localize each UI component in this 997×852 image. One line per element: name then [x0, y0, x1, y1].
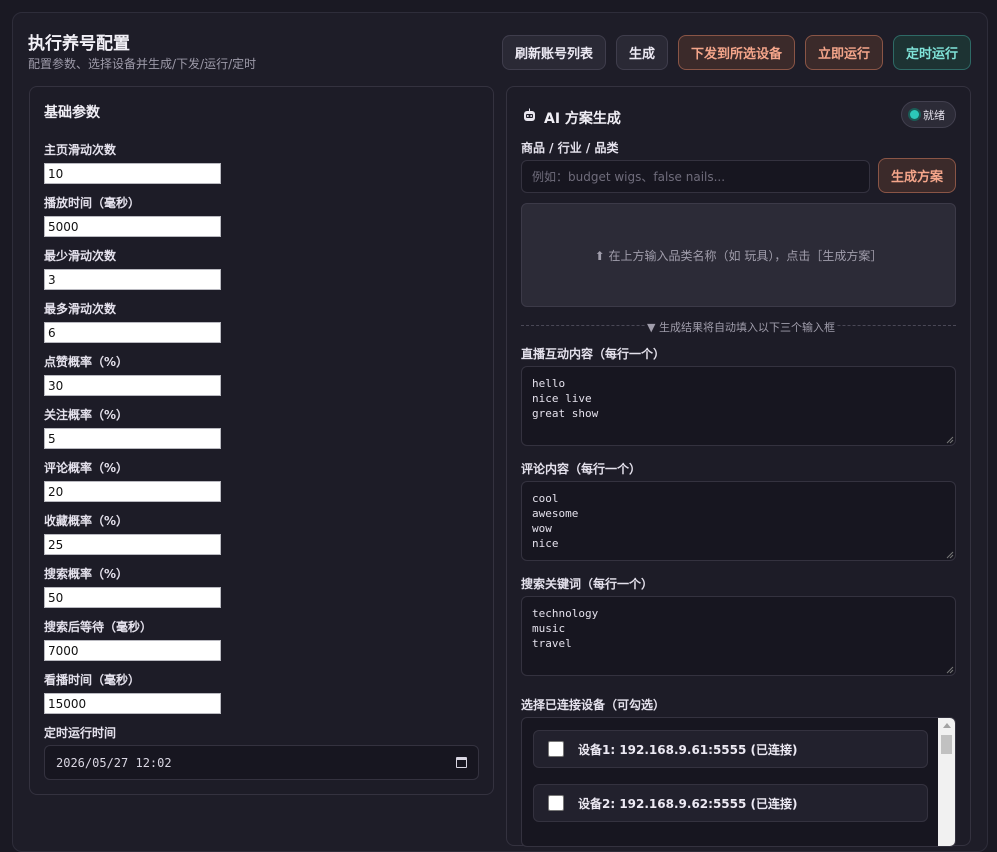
- device-checkbox[interactable]: [548, 741, 564, 757]
- search-keyword-textarea[interactable]: [521, 596, 956, 676]
- like-rate-input[interactable]: [44, 375, 221, 396]
- search-rate-input[interactable]: [44, 587, 221, 608]
- schedule-time-label: 定时运行时间: [44, 726, 117, 740]
- category-label: 商品 / 行业 / 品类: [521, 141, 619, 155]
- robot-icon: [524, 108, 535, 121]
- status-dot-icon: [910, 110, 919, 119]
- status-badge: 就绪: [901, 101, 956, 128]
- post-search-wait-input[interactable]: [44, 640, 221, 661]
- field-label: 最少滑动次数: [44, 249, 117, 263]
- comment-content-label: 评论内容（每行一个）: [521, 462, 642, 476]
- field-label: 关注概率（%）: [44, 408, 129, 422]
- refresh-accounts-button[interactable]: 刷新账号列表: [502, 35, 606, 70]
- field-label: 点赞概率（%）: [44, 355, 129, 369]
- divider-text: ▼ 生成结果将自动填入以下三个输入框: [645, 319, 837, 335]
- schedule-datetime-input[interactable]: 2026/05/27 12:02: [44, 745, 479, 780]
- device-item[interactable]: 设备2: 192.168.9.62:5555 (已连接): [533, 784, 928, 822]
- device-checkbox[interactable]: [548, 795, 564, 811]
- favorite-rate-input[interactable]: [44, 534, 221, 555]
- page-title: 执行养号配置: [28, 34, 130, 54]
- comment-content-textarea[interactable]: [521, 481, 956, 561]
- field-label: 收藏概率（%）: [44, 514, 129, 528]
- page-subtitle: 配置参数、选择设备并生成/下发/运行/定时: [28, 57, 257, 71]
- play-time-input[interactable]: [44, 216, 221, 237]
- device-list: 设备1: 192.168.9.61:5555 (已连接) 设备2: 192.16…: [521, 717, 956, 847]
- device-list-scrollbar[interactable]: [938, 718, 955, 846]
- field-label: 评论概率（%）: [44, 461, 129, 475]
- scroll-up-arrow-icon[interactable]: [943, 723, 951, 728]
- follow-rate-input[interactable]: [44, 428, 221, 449]
- schedule-run-button[interactable]: 定时运行: [893, 35, 971, 70]
- comment-rate-input[interactable]: [44, 481, 221, 502]
- live-content-textarea[interactable]: [521, 366, 956, 446]
- field-label: 搜索概率（%）: [44, 567, 129, 581]
- max-swipe-input[interactable]: [44, 322, 221, 343]
- field-label: 搜索后等待（毫秒）: [44, 620, 153, 634]
- run-now-button[interactable]: 立即运行: [805, 35, 883, 70]
- schedule-datetime-value: 2026/05/27 12:02: [56, 755, 172, 770]
- device-name: 设备2: 192.168.9.62:5555 (已连接): [578, 796, 798, 811]
- device-select-label: 选择已连接设备（可勾选）: [521, 698, 666, 712]
- generate-plan-button[interactable]: 生成方案: [878, 158, 956, 193]
- category-input[interactable]: [521, 160, 870, 193]
- field-label: 最多滑动次数: [44, 302, 117, 316]
- search-keyword-label: 搜索关键词（每行一个）: [521, 577, 654, 591]
- ai-result-placeholder: ⬆ 在上方输入品类名称（如 玩具），点击［生成方案］: [521, 203, 956, 307]
- resize-grip-icon[interactable]: [946, 436, 954, 444]
- watch-live-time-input[interactable]: [44, 693, 221, 714]
- calendar-icon[interactable]: [456, 757, 467, 768]
- device-item[interactable]: 设备1: 192.168.9.61:5555 (已连接): [533, 730, 928, 768]
- device-name: 设备1: 192.168.9.61:5555 (已连接): [578, 742, 798, 757]
- field-label: 看播时间（毫秒）: [44, 673, 141, 687]
- home-swipe-count-input[interactable]: [44, 163, 221, 184]
- ai-plan-title: AI 方案生成: [544, 111, 621, 127]
- generate-button[interactable]: 生成: [616, 35, 668, 70]
- scroll-thumb[interactable]: [941, 735, 952, 754]
- dispatch-to-devices-button[interactable]: 下发到所选设备: [678, 35, 795, 70]
- live-content-label: 直播互动内容（每行一个）: [521, 347, 666, 361]
- min-swipe-input[interactable]: [44, 269, 221, 290]
- resize-grip-icon[interactable]: [946, 551, 954, 559]
- status-text: 就绪: [923, 108, 945, 122]
- field-label: 播放时间（毫秒）: [44, 196, 141, 210]
- basic-params-title: 基础参数: [44, 105, 100, 121]
- field-label: 主页滑动次数: [44, 143, 117, 157]
- resize-grip-icon[interactable]: [946, 666, 954, 674]
